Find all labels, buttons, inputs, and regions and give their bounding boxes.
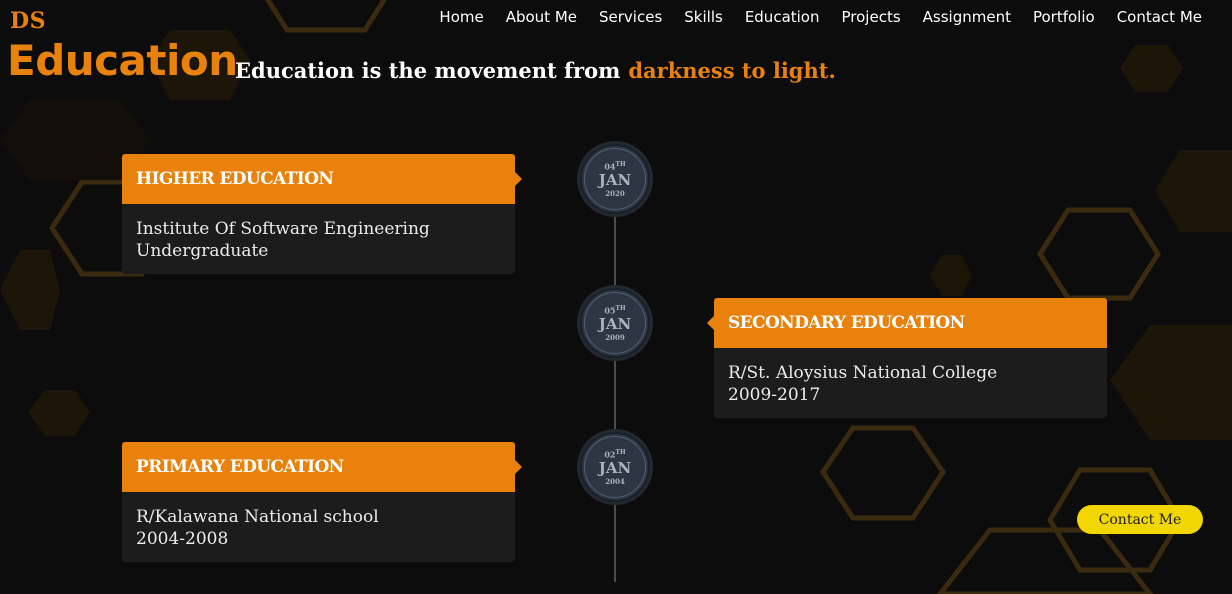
tagline-text: Education is the movement from <box>235 58 621 83</box>
card-line-2: Undergraduate <box>136 241 269 261</box>
date-month: JAN <box>598 458 632 477</box>
nav-item-assignment[interactable]: Assignment <box>923 8 1011 26</box>
timeline-date-1: 04TH JAN 2020 <box>580 144 650 214</box>
timeline-date-2: 05TH JAN 2009 <box>580 288 650 358</box>
card-heading: SECONDARY EDUCATION <box>707 298 1107 348</box>
logo[interactable]: DS <box>10 8 46 34</box>
date-year: 2004 <box>605 476 625 486</box>
nav-item-services[interactable]: Services <box>599 8 662 26</box>
date-month: JAN <box>598 314 632 333</box>
card-line-2: 2009-2017 <box>728 385 821 405</box>
nav-item-education[interactable]: Education <box>745 8 820 26</box>
card-heading: HIGHER EDUCATION <box>122 154 522 204</box>
date-year: 2020 <box>605 188 625 198</box>
contact-me-button[interactable]: Contact Me <box>1077 505 1203 534</box>
timeline-line <box>614 180 616 582</box>
card-line-1: R/Kalawana National school <box>136 507 379 527</box>
tagline-accent: darkness to light. <box>628 58 836 83</box>
timeline-date-3: 02TH JAN 2004 <box>580 432 650 502</box>
main-nav: Home About Me Services Skills Education … <box>439 8 1202 26</box>
card-body: Institute Of Software Engineering Underg… <box>122 204 515 274</box>
nav-item-skills[interactable]: Skills <box>684 8 723 26</box>
card-line-2: 2004-2008 <box>136 529 229 549</box>
card-line-1: R/St. Aloysius National College <box>728 363 998 383</box>
page-title: Education <box>7 36 238 85</box>
nav-item-home[interactable]: Home <box>439 8 483 26</box>
card-body: R/St. Aloysius National College 2009-201… <box>714 348 1107 418</box>
date-month: JAN <box>598 170 632 189</box>
nav-item-about-me[interactable]: About Me <box>506 8 577 26</box>
card-body: R/Kalawana National school 2004-2008 <box>122 492 515 562</box>
timeline-card-secondary-education: SECONDARY EDUCATION R/St. Aloysius Natio… <box>707 298 1107 418</box>
nav-item-contact-me[interactable]: Contact Me <box>1117 8 1202 26</box>
nav-item-projects[interactable]: Projects <box>842 8 901 26</box>
card-line-1: Institute Of Software Engineering <box>136 219 430 239</box>
nav-item-portfolio[interactable]: Portfolio <box>1033 8 1095 26</box>
timeline-card-primary-education: PRIMARY EDUCATION R/Kalawana National sc… <box>122 442 522 562</box>
card-heading: PRIMARY EDUCATION <box>122 442 522 492</box>
tagline: Education is the movement from darkness t… <box>235 58 836 83</box>
timeline-card-higher-education: HIGHER EDUCATION Institute Of Software E… <box>122 154 522 274</box>
date-year: 2009 <box>605 332 625 342</box>
